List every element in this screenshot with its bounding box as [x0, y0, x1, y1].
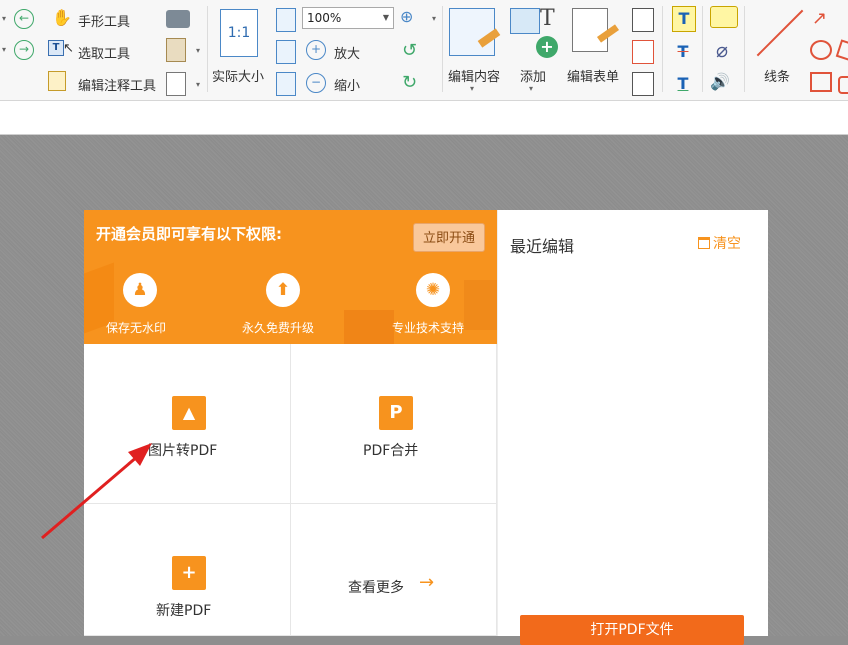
fit-width-icon[interactable] — [276, 40, 296, 64]
open-membership-button[interactable]: 立即开通 — [413, 223, 485, 252]
dropdown-arrow-icon[interactable]: ▾ — [529, 84, 533, 93]
select-text-icon[interactable]: T — [48, 40, 64, 56]
clear-button[interactable]: 清空 — [698, 233, 741, 253]
arrow-tool-icon[interactable]: ↗ — [812, 8, 827, 29]
membership-title: 开通会员即可享有以下权限: — [96, 225, 282, 243]
form-field-icon[interactable] — [632, 8, 654, 32]
add-plus-icon[interactable]: + — [536, 36, 558, 58]
stamp-icon: ♟ — [123, 273, 157, 307]
underline-icon[interactable]: T — [672, 72, 694, 96]
quick-actions: ▲ 图片转PDF P PDF合并 + 新建PDF 查看更多 → — [84, 344, 497, 636]
edit-form-label[interactable]: 编辑表单 — [567, 66, 619, 85]
toolbar-ribbon: ▾ ← ▾ → ✋ 手形工具 T ↖ 选取工具 编辑注释工具 ▾ ▾ 1:1 实… — [0, 0, 848, 101]
edit-annotation-icon[interactable] — [48, 71, 66, 91]
add-label[interactable]: 添加 — [520, 66, 546, 85]
cloud-tool-icon[interactable] — [838, 76, 848, 94]
trash-icon — [698, 237, 710, 249]
lines-label[interactable]: 线条 — [764, 66, 790, 85]
highlight-text-icon[interactable]: T — [672, 6, 696, 32]
zoom-in-icon[interactable]: + — [306, 40, 326, 60]
benefit-label: 专业技术支持 — [392, 321, 465, 335]
sound-icon[interactable]: 🔊 — [710, 72, 730, 91]
zoom-value: 100% — [307, 11, 342, 25]
arrow-right-icon: → — [419, 572, 435, 593]
benefit-label: 永久免费升级 — [242, 321, 315, 335]
lightbulb-icon: ✺ — [416, 273, 450, 307]
form-textbox-icon[interactable] — [632, 40, 654, 64]
dropdown-arrow-icon[interactable]: ▾ — [432, 14, 436, 23]
forward-icon[interactable]: → — [14, 40, 34, 60]
view-more-tile[interactable]: 查看更多 → — [291, 504, 497, 636]
pdf-merge-tile[interactable]: P PDF合并 — [291, 344, 497, 504]
membership-banner: 开通会员即可享有以下权限: 立即开通 ♟ 保存无水印 ⬆ 永久免费升级 ✺ 专业… — [84, 210, 497, 344]
zoom-out-label[interactable]: 缩小 — [334, 75, 360, 94]
plus-icon: + — [168, 552, 206, 590]
tile-label: 图片转PDF — [148, 443, 218, 459]
tile-label: 新建PDF — [156, 603, 212, 619]
magnifier-icon[interactable]: ⊕ — [400, 7, 422, 29]
attachment-icon[interactable]: ⌀ — [716, 38, 728, 62]
edit-content-icon[interactable] — [449, 8, 495, 56]
rotate-right-icon[interactable]: ↻ — [402, 72, 417, 93]
fit-page-icon[interactable] — [276, 8, 296, 32]
hand-tool-label[interactable]: 手形工具 — [78, 11, 130, 30]
polygon-tool-icon[interactable] — [835, 39, 848, 63]
upgrade-arrow-icon: ⬆ — [266, 273, 300, 307]
edit-annotation-tool-label[interactable]: 编辑注释工具 — [78, 75, 156, 94]
form-export-icon[interactable] — [632, 72, 654, 96]
select-tool-label[interactable]: 选取工具 — [78, 43, 130, 62]
new-pdf-tile[interactable]: + 新建PDF — [84, 504, 291, 636]
rotate-left-icon[interactable]: ↺ — [402, 40, 417, 61]
recent-edits-panel: 最近编辑 清空 打开PDF文件 — [497, 210, 768, 645]
dropdown-arrow-icon[interactable]: ▾ — [470, 84, 474, 93]
fit-visible-icon[interactable] — [276, 72, 296, 96]
dropdown-arrow-icon[interactable]: ▾ — [196, 46, 200, 55]
cursor-icon: ↖ — [63, 41, 74, 56]
edit-form-icon[interactable] — [572, 8, 608, 52]
zoom-in-label[interactable]: 放大 — [334, 43, 360, 62]
chevron-down-icon: ▼ — [382, 13, 389, 22]
note-icon[interactable] — [710, 6, 738, 28]
pdf-p-icon: P — [375, 392, 413, 430]
camera-icon[interactable] — [166, 10, 190, 28]
add-image-icon[interactable] — [510, 8, 540, 34]
zoom-out-icon[interactable]: − — [306, 73, 326, 93]
benefit-label: 保存无水印 — [106, 321, 167, 335]
edit-content-label[interactable]: 编辑内容 — [448, 66, 500, 85]
image-icon: ▲ — [168, 392, 206, 430]
back-icon[interactable]: ← — [14, 9, 34, 29]
clear-label: 清空 — [713, 236, 741, 252]
dropdown-arrow-icon[interactable]: ▾ — [2, 14, 6, 23]
clipboard-icon[interactable] — [166, 38, 186, 62]
line-icon[interactable] — [756, 9, 804, 57]
tab-strip — [0, 101, 848, 135]
zoom-select[interactable]: 100% ▼ — [302, 7, 394, 29]
strikethrough-icon[interactable]: T — [672, 40, 694, 64]
image-to-pdf-tile[interactable]: ▲ 图片转PDF — [84, 344, 291, 504]
actual-size-label[interactable]: 实际大小 — [212, 66, 264, 85]
open-pdf-file-button[interactable]: 打开PDF文件 — [520, 615, 744, 645]
ellipse-tool-icon[interactable] — [810, 40, 832, 60]
tile-label: PDF合并 — [363, 443, 419, 459]
dropdown-arrow-icon[interactable]: ▾ — [2, 45, 6, 54]
document-settings-icon[interactable] — [166, 72, 186, 96]
actual-size-icon[interactable]: 1:1 — [220, 9, 258, 57]
recent-title: 最近编辑 — [510, 237, 575, 256]
add-text-icon[interactable]: T — [540, 6, 555, 31]
view-more-label: 查看更多 — [348, 580, 404, 596]
rectangle-tool-icon[interactable] — [810, 72, 832, 92]
hand-icon[interactable]: ✋ — [52, 8, 72, 28]
dropdown-arrow-icon[interactable]: ▾ — [196, 80, 200, 89]
